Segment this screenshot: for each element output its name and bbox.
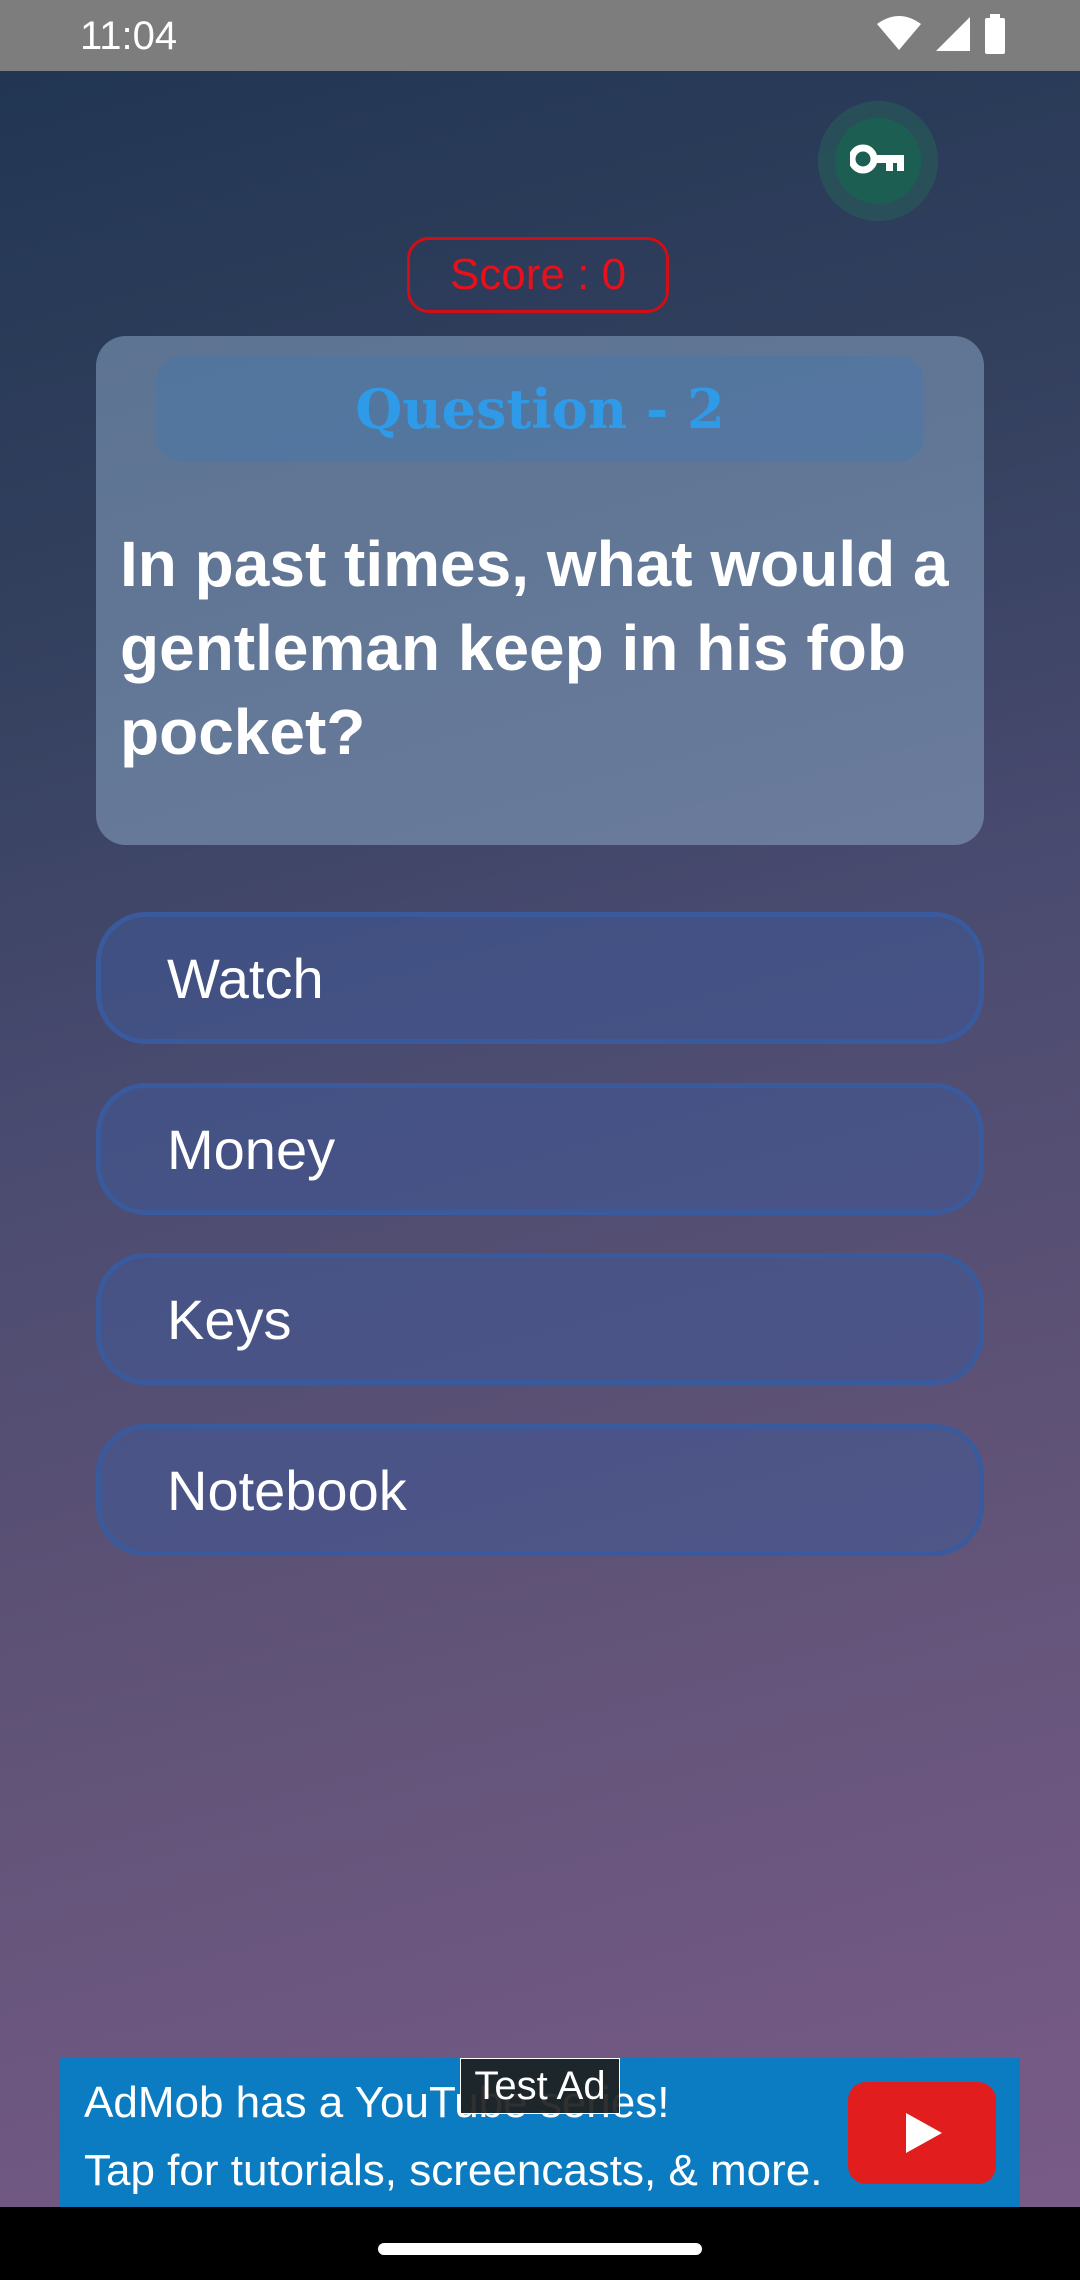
wifi-icon [876,15,922,57]
navigation-bar [0,2207,1080,2280]
answer-option-notebook[interactable]: Notebook [96,1424,984,1556]
ad-text-line2: Tap for tutorials, screencasts, & more. [84,2146,823,2195]
status-bar: 11:04 [0,0,1080,71]
answer-label: Money [167,1117,336,1181]
answer-label: Watch [167,946,324,1010]
youtube-icon[interactable] [848,2082,996,2184]
ad-banner[interactable]: AdMob has a YouTube series! Tap for tuto… [60,2058,1020,2207]
question-card: Question - 2 In past times, what would a… [96,336,984,845]
signal-icon [934,15,972,58]
key-button-inner [835,118,921,204]
answer-option-keys[interactable]: Keys [96,1253,984,1385]
status-time: 11:04 [80,14,178,58]
answer-label: Notebook [167,1458,407,1522]
home-gesture-pill[interactable] [378,2243,702,2255]
answer-label: Keys [167,1287,292,1351]
battery-icon [984,13,1006,59]
status-icons [876,13,1006,59]
key-button[interactable] [818,101,938,221]
question-title: Question - 2 [156,356,924,462]
test-ad-label: Test Ad [460,2058,620,2114]
score-badge: Score : 0 [407,237,669,313]
answer-option-watch[interactable]: Watch [96,912,984,1044]
question-text: In past times, what would a gentleman ke… [120,528,949,768]
key-icon [848,144,906,179]
answer-option-money[interactable]: Money [96,1083,984,1215]
